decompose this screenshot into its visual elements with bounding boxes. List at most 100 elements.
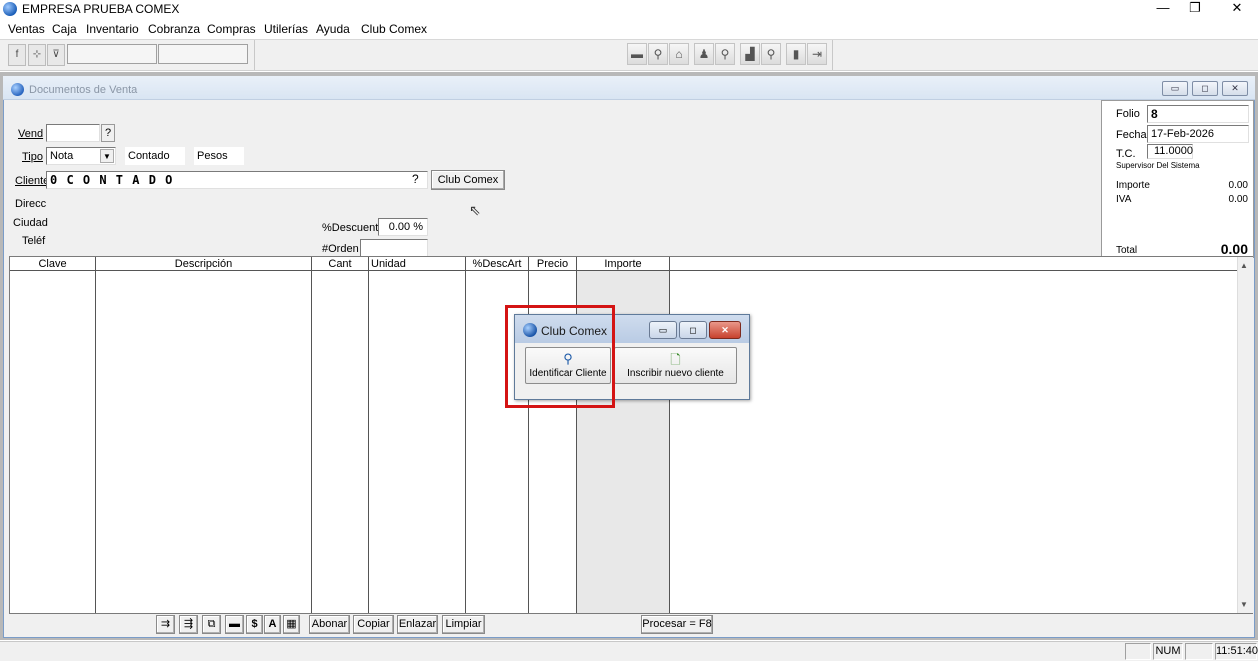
vend-help-button[interactable]: ? <box>101 124 115 142</box>
pesos-field[interactable]: Pesos <box>194 147 244 165</box>
vend-label: Vend <box>18 128 44 140</box>
grid-scrollbar[interactable] <box>1237 257 1253 613</box>
club-comex-button[interactable]: Club Comex <box>431 170 505 190</box>
col-descripcion[interactable]: Descripción <box>96 257 312 271</box>
iva-value: 0.00 <box>1228 194 1248 205</box>
filter-icon[interactable]: ⊽ <box>47 44 65 66</box>
tipo-label: Tipo <box>22 151 43 163</box>
grid-column-cant <box>312 271 369 613</box>
col-cant[interactable]: Cant <box>312 257 369 271</box>
status-bar <box>0 641 1258 661</box>
direcc-label: Direcc <box>15 198 47 210</box>
search-icon[interactable]: ⚲ <box>648 43 668 65</box>
telef-label: Teléf <box>22 235 46 247</box>
abonar-button[interactable]: Abonar <box>309 615 350 634</box>
highlight-box <box>505 305 615 408</box>
dialog-minimize-button[interactable]: ▭ <box>649 321 677 339</box>
toolbar-field-1[interactable] <box>67 44 157 64</box>
descuent-field[interactable]: 0.00 % <box>378 218 428 236</box>
maximize-button[interactable]: ❐ <box>1172 0 1218 18</box>
dialog-close-button[interactable]: ✕ <box>709 321 741 339</box>
chart-icon[interactable]: ▟ <box>740 43 760 65</box>
menu-club-comex[interactable]: Club Comex <box>361 22 427 36</box>
doc-close-button[interactable]: ✕ <box>1222 81 1248 96</box>
status-cell-caps <box>1125 643 1151 660</box>
fecha-field[interactable]: 17-Feb-2026 <box>1147 125 1249 143</box>
dialog-maximize-button[interactable]: ◻ <box>679 321 707 339</box>
copy-row-icon[interactable]: ⧉ <box>202 615 221 634</box>
function-icon[interactable]: f <box>8 44 26 66</box>
window-title: EMPRESA PRUEBA COMEX <box>22 2 180 16</box>
importe-value: 0.00 <box>1228 180 1248 191</box>
procesar-button[interactable]: Procesar = F8 <box>641 615 713 634</box>
box-icon[interactable]: ▬ <box>627 43 647 65</box>
menu-ayuda[interactable]: Ayuda <box>316 22 350 36</box>
folio-field[interactable]: 8 <box>1147 105 1249 123</box>
grid-column-descripcion <box>96 271 312 613</box>
chart-search-icon[interactable]: ⚲ <box>761 43 781 65</box>
fecha-label: Fecha <box>1116 129 1147 141</box>
chevron-down-icon[interactable]: ▼ <box>100 149 114 163</box>
toolbar-divider <box>254 40 255 70</box>
title-bar <box>0 0 1258 18</box>
dollar-icon[interactable]: $ <box>246 615 263 634</box>
letter-a-icon[interactable]: A <box>264 615 281 634</box>
tipo-value: Nota <box>50 150 74 162</box>
scroll-up-icon[interactable]: ▲ <box>1240 261 1248 270</box>
person-icon[interactable]: ♟ <box>694 43 714 65</box>
total-value: 0.00 <box>1220 241 1248 257</box>
tree-icon[interactable]: ⊹ <box>28 44 46 66</box>
contado-field[interactable]: Contado <box>125 147 185 165</box>
status-cell-scroll <box>1185 643 1213 660</box>
mouse-cursor-icon: ⇖ <box>469 202 481 218</box>
doc-maximize-button[interactable]: ◻ <box>1192 81 1218 96</box>
house-icon[interactable]: ⌂ <box>669 43 689 65</box>
documentos-title: Documentos de Venta <box>29 84 138 96</box>
doc-minimize-button[interactable]: ▭ <box>1162 81 1188 96</box>
ciudad-label: Ciudad <box>13 217 48 229</box>
importe-label: Importe <box>1116 180 1150 191</box>
grid-header-filler <box>670 257 1237 271</box>
menu-cobranza[interactable]: Cobranza <box>148 22 200 36</box>
calculator-icon[interactable]: ▦ <box>283 615 300 634</box>
info-panel <box>1101 100 1254 258</box>
orden-field[interactable] <box>360 239 428 257</box>
menu-inventario[interactable]: Inventario <box>86 22 139 36</box>
documentos-caption <box>3 76 1255 100</box>
doc-logo-icon <box>11 83 24 96</box>
vend-field[interactable] <box>46 124 100 142</box>
col-precio[interactable]: Precio <box>529 257 577 271</box>
col-unidad[interactable]: Unidad <box>369 257 466 271</box>
copiar-button[interactable]: Copiar <box>353 615 394 634</box>
enlazar-button[interactable]: Enlazar <box>397 615 438 634</box>
cliente-label: Cliente <box>15 175 50 187</box>
inscribir-nuevo-cliente-button[interactable]: 🗋 Inscribir nuevo cliente <box>614 347 737 384</box>
exit-icon[interactable]: ⇥ <box>807 43 827 65</box>
menu-compras[interactable]: Compras <box>207 22 256 36</box>
cliente-field[interactable]: 0 C O N T A D O <box>46 171 428 189</box>
status-num: NUM <box>1153 643 1183 660</box>
scroll-down-icon[interactable]: ▼ <box>1240 600 1248 609</box>
tc-label: T.C. <box>1116 148 1136 160</box>
col-descart[interactable]: %DescArt <box>466 257 529 271</box>
menu-ventas[interactable]: Ventas <box>8 22 45 36</box>
col-importe[interactable]: Importe <box>577 257 670 271</box>
iva-label: IVA <box>1116 194 1132 205</box>
limpiar-button[interactable]: Limpiar <box>442 615 485 634</box>
col-clave[interactable]: Clave <box>10 257 96 271</box>
document-icon[interactable]: ▮ <box>786 43 806 65</box>
stamp-icon[interactable]: ▬ <box>225 615 244 634</box>
close-button[interactable]: ✕ <box>1214 0 1258 18</box>
menu-caja[interactable]: Caja <box>52 22 77 36</box>
append-row-icon[interactable]: ⇶ <box>179 615 198 634</box>
person-search-icon[interactable]: ⚲ <box>715 43 735 65</box>
insert-row-icon[interactable]: ⇉ <box>156 615 175 634</box>
orden-label: #Orden <box>322 243 359 255</box>
tc-field[interactable]: 11.0000 <box>1147 144 1193 159</box>
toolbar-field-2[interactable] <box>158 44 248 64</box>
descuent-label: %Descuent <box>322 222 379 234</box>
menu-utilerias[interactable]: Utilerías <box>264 22 308 36</box>
cliente-help-button[interactable]: ? <box>412 172 419 186</box>
status-time: 11:51:40 <box>1215 643 1258 660</box>
app-logo-icon <box>3 2 17 16</box>
